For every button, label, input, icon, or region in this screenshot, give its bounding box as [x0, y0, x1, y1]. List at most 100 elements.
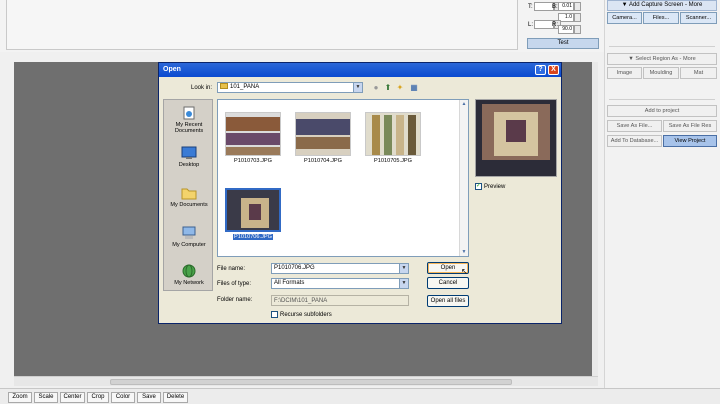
top-left-panel	[6, 0, 518, 50]
file-name-label: File name:	[217, 266, 246, 272]
files-of-type-select[interactable]: All Formats ▼	[271, 278, 409, 289]
mouse-cursor-icon: ↖	[461, 267, 468, 276]
my-network-icon	[181, 264, 197, 278]
spinner-scale-arrows[interactable]	[574, 13, 581, 22]
spinner-top-field[interactable]	[534, 2, 554, 11]
thumbnail-image	[365, 112, 421, 156]
spinner-angle-field[interactable]: 90.0	[558, 25, 574, 34]
places-my-documents[interactable]: My Documents	[164, 186, 214, 208]
scanner-button[interactable]: Scanner...	[680, 12, 717, 24]
places-label: My Computer	[172, 242, 206, 248]
places-label: My Documents	[170, 202, 208, 208]
folder-name-field: F:\DCIM\101_PANA	[271, 295, 409, 306]
right-panel: ▼ Add Capture Screen - More Camera... Fi…	[604, 0, 720, 388]
horizontal-scroll-thumb[interactable]	[110, 379, 512, 385]
crop-button[interactable]: Crop	[87, 392, 109, 403]
folder-name-label: Folder name:	[217, 297, 253, 303]
file-thumbnail[interactable]: P1010705.JPG	[364, 112, 422, 164]
add-capture-screen-label: Add Capture Screen - More	[628, 2, 703, 8]
save-as-file-button[interactable]: Save As File...	[607, 120, 662, 132]
desktop-icon	[181, 146, 197, 160]
up-folder-icon[interactable]: ⬆	[383, 83, 393, 93]
thumbnail-image	[295, 112, 351, 156]
color-button[interactable]: Color	[111, 392, 135, 403]
spinner-bottom-field[interactable]: 0.01	[558, 2, 574, 11]
help-button[interactable]: ?	[535, 65, 546, 75]
scale-button[interactable]: Scale	[34, 392, 58, 403]
file-name: P1010706.JPG	[233, 234, 273, 240]
zoom-button[interactable]: Zoom	[8, 392, 32, 403]
preview-pane	[475, 99, 557, 177]
select-region-label: Select Region As - More	[635, 56, 696, 62]
places-my-network[interactable]: My Network	[164, 264, 214, 286]
file-thumbnail-selected[interactable]: P1010706.JPG	[224, 188, 282, 240]
folder-icon	[220, 83, 228, 90]
spinner-left-label: L:	[528, 22, 534, 28]
file-list[interactable]: P1010703.JPG P1010704.JPG P1010705.JPG P…	[217, 99, 469, 257]
file-thumbnail[interactable]: P1010704.JPG	[294, 112, 352, 164]
spinner-left-field[interactable]	[534, 20, 554, 29]
views-menu-icon[interactable]: ▦	[409, 83, 419, 93]
file-name: P1010705.JPG	[374, 158, 412, 164]
test-button[interactable]: Test	[527, 38, 599, 49]
places-desktop[interactable]: Desktop	[164, 146, 214, 168]
chevron-down-icon[interactable]: ▼	[399, 264, 408, 273]
dialog-title: Open	[163, 66, 181, 73]
open-dialog: Open ? X Look in: 101_PANA ▼ ● ⬆ ✦ ▦ My …	[158, 62, 562, 324]
view-project-button[interactable]: View Project	[663, 135, 717, 147]
file-name: P1010704.JPG	[304, 158, 342, 164]
files-of-type-label: Files of type:	[217, 281, 252, 287]
file-list-scrollbar[interactable]: ▲ ▼	[459, 100, 468, 256]
places-my-computer[interactable]: My Computer	[164, 226, 214, 248]
chevron-down-icon[interactable]: ▼	[460, 248, 468, 256]
new-folder-icon[interactable]: ✦	[395, 83, 405, 93]
add-capture-screen-header[interactable]: ▼ Add Capture Screen - More	[607, 0, 717, 11]
places-bar: My Recent Documents Desktop My Documents…	[163, 99, 213, 291]
moulding-button[interactable]: Moulding	[643, 67, 679, 79]
chevron-down-icon[interactable]: ▼	[353, 83, 362, 92]
bottom-toolbar: Zoom Scale Center Crop Color Save Delete	[0, 388, 720, 404]
open-all-files-button[interactable]: Open all files	[427, 295, 469, 307]
chevron-down-icon: ▼	[621, 2, 629, 8]
preview-image	[476, 100, 556, 176]
close-button[interactable]: X	[548, 65, 559, 75]
checkbox-icon	[271, 311, 278, 318]
cancel-button[interactable]: Cancel	[427, 277, 469, 289]
back-icon[interactable]: ●	[371, 83, 381, 93]
delete-button[interactable]: Delete	[163, 392, 188, 403]
thumbnail-image	[225, 112, 281, 156]
places-recent-documents[interactable]: My Recent Documents	[164, 106, 214, 134]
file-name-field[interactable]: P1010706.JPG ▼	[271, 263, 409, 274]
separator	[609, 99, 715, 100]
chevron-up-icon[interactable]: ▲	[460, 100, 468, 108]
file-thumbnail[interactable]: P1010703.JPG	[224, 112, 282, 164]
canvas-horizontal-scrollbar[interactable]	[14, 376, 598, 386]
image-button[interactable]: Image	[607, 67, 642, 79]
mat-button[interactable]: Mat	[680, 67, 717, 79]
add-to-project-button[interactable]: Add to project	[607, 105, 717, 117]
save-as-file-res-button[interactable]: Save As File Res	[663, 120, 717, 132]
files-button[interactable]: Files...	[643, 12, 679, 24]
spinner-bottom-label: B:	[552, 4, 558, 10]
canvas-vertical-scrollbar[interactable]	[592, 62, 598, 376]
file-name: P1010703.JPG	[234, 158, 272, 164]
add-to-database-button[interactable]: Add To Database...	[607, 135, 662, 147]
chevron-down-icon[interactable]: ▼	[399, 279, 408, 288]
dialog-titlebar[interactable]: Open ? X	[159, 63, 561, 77]
files-of-type-value: All Formats	[274, 280, 305, 286]
camera-button[interactable]: Camera...	[607, 12, 642, 24]
center-button[interactable]: Center	[60, 392, 85, 403]
look-in-select[interactable]: 101_PANA ▼	[217, 82, 363, 93]
spinner-angle-arrows[interactable]	[574, 25, 581, 34]
recent-documents-icon	[181, 106, 197, 120]
recurse-subfolders-checkbox[interactable]: Recurse subfolders	[271, 311, 332, 318]
look-in-value: 101_PANA	[230, 84, 260, 90]
recurse-subfolders-label: Recurse subfolders	[280, 312, 332, 319]
separator	[609, 46, 715, 47]
preview-checkbox[interactable]: ✓ Preview	[475, 183, 505, 190]
checkmark-icon: ✓	[475, 183, 482, 190]
places-label: My Network	[174, 280, 204, 286]
spinner-bottom-arrows[interactable]	[574, 2, 581, 11]
save-button[interactable]: Save	[137, 392, 161, 403]
select-region-header[interactable]: ▼ Select Region As - More	[607, 53, 717, 65]
